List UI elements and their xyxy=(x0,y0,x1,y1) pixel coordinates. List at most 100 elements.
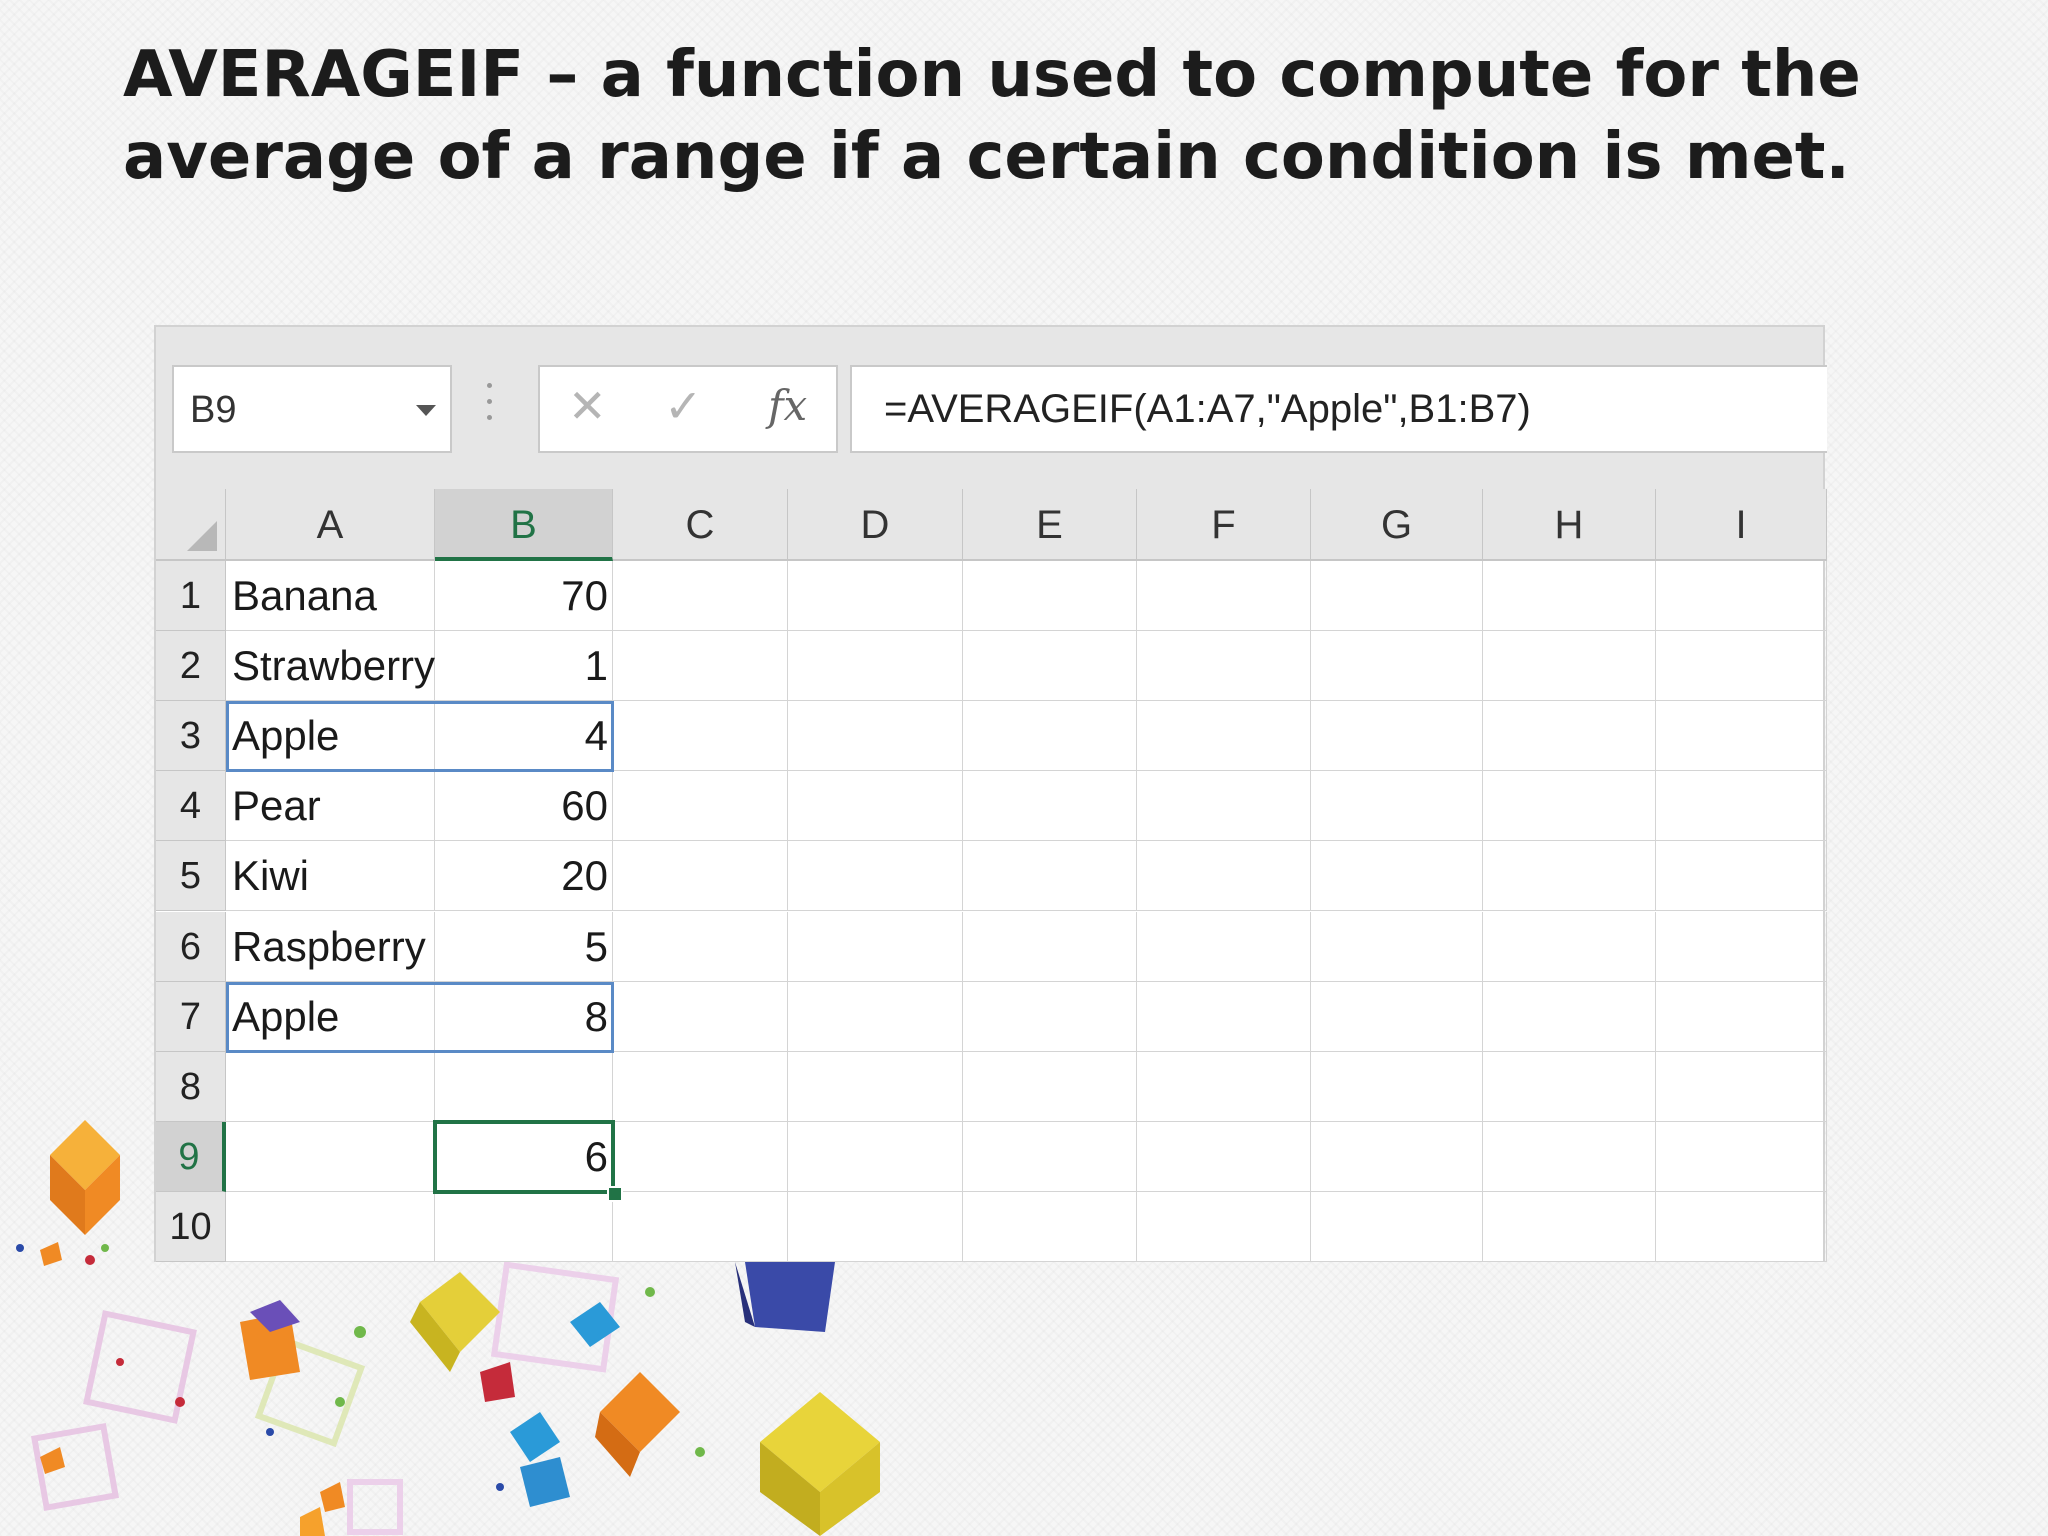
formula-input[interactable]: =AVERAGEIF(A1:A7,"Apple",B1:B7) xyxy=(850,365,1827,453)
cell-h7[interactable] xyxy=(1483,981,1656,1052)
row-header-3[interactable]: 3 xyxy=(156,701,226,772)
cell-a8[interactable] xyxy=(226,1051,435,1122)
cell-f9[interactable] xyxy=(1137,1121,1311,1192)
cell-c5[interactable] xyxy=(613,841,788,912)
cell-e5[interactable] xyxy=(963,841,1137,912)
cell-d4[interactable] xyxy=(788,771,963,842)
row-header-4[interactable]: 4 xyxy=(156,771,226,842)
cell-g4[interactable] xyxy=(1311,771,1483,842)
cell-a4[interactable]: Pear xyxy=(226,771,435,842)
cell-i8[interactable] xyxy=(1656,1051,1827,1122)
drag-handle-icon[interactable] xyxy=(487,383,493,431)
cell-e1[interactable] xyxy=(963,561,1137,631)
cell-h5[interactable] xyxy=(1483,841,1656,912)
cell-g8[interactable] xyxy=(1311,1051,1483,1122)
cell-g3[interactable] xyxy=(1311,701,1483,772)
row-header-1[interactable]: 1 xyxy=(156,561,226,631)
row-header-2[interactable]: 2 xyxy=(156,631,226,702)
column-header-e[interactable]: E xyxy=(963,489,1137,561)
cell-g5[interactable] xyxy=(1311,841,1483,912)
cell-i2[interactable] xyxy=(1656,631,1827,702)
column-header-f[interactable]: F xyxy=(1137,489,1311,561)
cell-f2[interactable] xyxy=(1137,631,1311,702)
cell-i7[interactable] xyxy=(1656,981,1827,1052)
cell-g9[interactable] xyxy=(1311,1121,1483,1192)
cell-e6[interactable] xyxy=(963,911,1137,982)
cell-d6[interactable] xyxy=(788,911,963,982)
cell-b2[interactable]: 1 xyxy=(435,631,613,702)
cell-e7[interactable] xyxy=(963,981,1137,1052)
cell-d8[interactable] xyxy=(788,1051,963,1122)
cell-g6[interactable] xyxy=(1311,911,1483,982)
cell-i1[interactable] xyxy=(1656,561,1827,631)
cell-f1[interactable] xyxy=(1137,561,1311,631)
cell-c4[interactable] xyxy=(613,771,788,842)
cell-g10[interactable] xyxy=(1311,1191,1483,1262)
name-box[interactable]: B9 xyxy=(172,365,452,453)
cell-i3[interactable] xyxy=(1656,701,1827,772)
cell-d10[interactable] xyxy=(788,1191,963,1262)
cell-d7[interactable] xyxy=(788,981,963,1052)
cell-b1[interactable]: 70 xyxy=(435,561,613,631)
cell-b9[interactable]: 6 xyxy=(435,1121,613,1192)
cell-e3[interactable] xyxy=(963,701,1137,772)
cell-b7[interactable]: 8 xyxy=(435,981,613,1052)
insert-function-icon[interactable]: fx xyxy=(768,381,807,430)
cell-c9[interactable] xyxy=(613,1121,788,1192)
cell-b8[interactable] xyxy=(435,1051,613,1122)
cell-h10[interactable] xyxy=(1483,1191,1656,1262)
cell-i9[interactable] xyxy=(1656,1121,1827,1192)
cell-a6[interactable]: Raspberry xyxy=(226,911,435,982)
cell-e2[interactable] xyxy=(963,631,1137,702)
cell-d1[interactable] xyxy=(788,561,963,631)
cell-e9[interactable] xyxy=(963,1121,1137,1192)
cell-d9[interactable] xyxy=(788,1121,963,1192)
cell-f5[interactable] xyxy=(1137,841,1311,912)
cell-a2[interactable]: Strawberry xyxy=(226,631,435,702)
cell-h9[interactable] xyxy=(1483,1121,1656,1192)
row-header-9[interactable]: 9 xyxy=(156,1121,226,1192)
chevron-down-icon[interactable] xyxy=(416,405,436,416)
cell-i5[interactable] xyxy=(1656,841,1827,912)
cell-b5[interactable]: 20 xyxy=(435,841,613,912)
cell-f7[interactable] xyxy=(1137,981,1311,1052)
cell-d5[interactable] xyxy=(788,841,963,912)
cell-g1[interactable] xyxy=(1311,561,1483,631)
cell-d2[interactable] xyxy=(788,631,963,702)
column-header-g[interactable]: G xyxy=(1311,489,1483,561)
column-header-d[interactable]: D xyxy=(788,489,963,561)
row-header-6[interactable]: 6 xyxy=(156,911,226,982)
cell-i6[interactable] xyxy=(1656,911,1827,982)
cell-h4[interactable] xyxy=(1483,771,1656,842)
cell-i10[interactable] xyxy=(1656,1191,1827,1262)
cell-b10[interactable] xyxy=(435,1191,613,1262)
cell-a10[interactable] xyxy=(226,1191,435,1262)
cell-h8[interactable] xyxy=(1483,1051,1656,1122)
cell-g7[interactable] xyxy=(1311,981,1483,1052)
cell-b4[interactable]: 60 xyxy=(435,771,613,842)
cell-f10[interactable] xyxy=(1137,1191,1311,1262)
cell-e4[interactable] xyxy=(963,771,1137,842)
cell-a1[interactable]: Banana xyxy=(226,561,435,631)
column-header-a[interactable]: A xyxy=(226,489,435,561)
cell-h1[interactable] xyxy=(1483,561,1656,631)
cell-i4[interactable] xyxy=(1656,771,1827,842)
column-header-h[interactable]: H xyxy=(1483,489,1656,561)
cell-e10[interactable] xyxy=(963,1191,1137,1262)
cell-d3[interactable] xyxy=(788,701,963,772)
cell-f3[interactable] xyxy=(1137,701,1311,772)
column-header-c[interactable]: C xyxy=(613,489,788,561)
cell-c2[interactable] xyxy=(613,631,788,702)
cell-a5[interactable]: Kiwi xyxy=(226,841,435,912)
cell-h2[interactable] xyxy=(1483,631,1656,702)
cell-b3[interactable]: 4 xyxy=(435,701,613,772)
cell-a7[interactable]: Apple xyxy=(226,981,435,1052)
cell-h6[interactable] xyxy=(1483,911,1656,982)
row-header-7[interactable]: 7 xyxy=(156,981,226,1052)
cell-a3[interactable]: Apple xyxy=(226,701,435,772)
row-header-8[interactable]: 8 xyxy=(156,1051,226,1122)
cell-f4[interactable] xyxy=(1137,771,1311,842)
cell-c8[interactable] xyxy=(613,1051,788,1122)
select-all-button[interactable] xyxy=(156,489,226,561)
cancel-icon[interactable]: ✕ xyxy=(568,379,607,433)
